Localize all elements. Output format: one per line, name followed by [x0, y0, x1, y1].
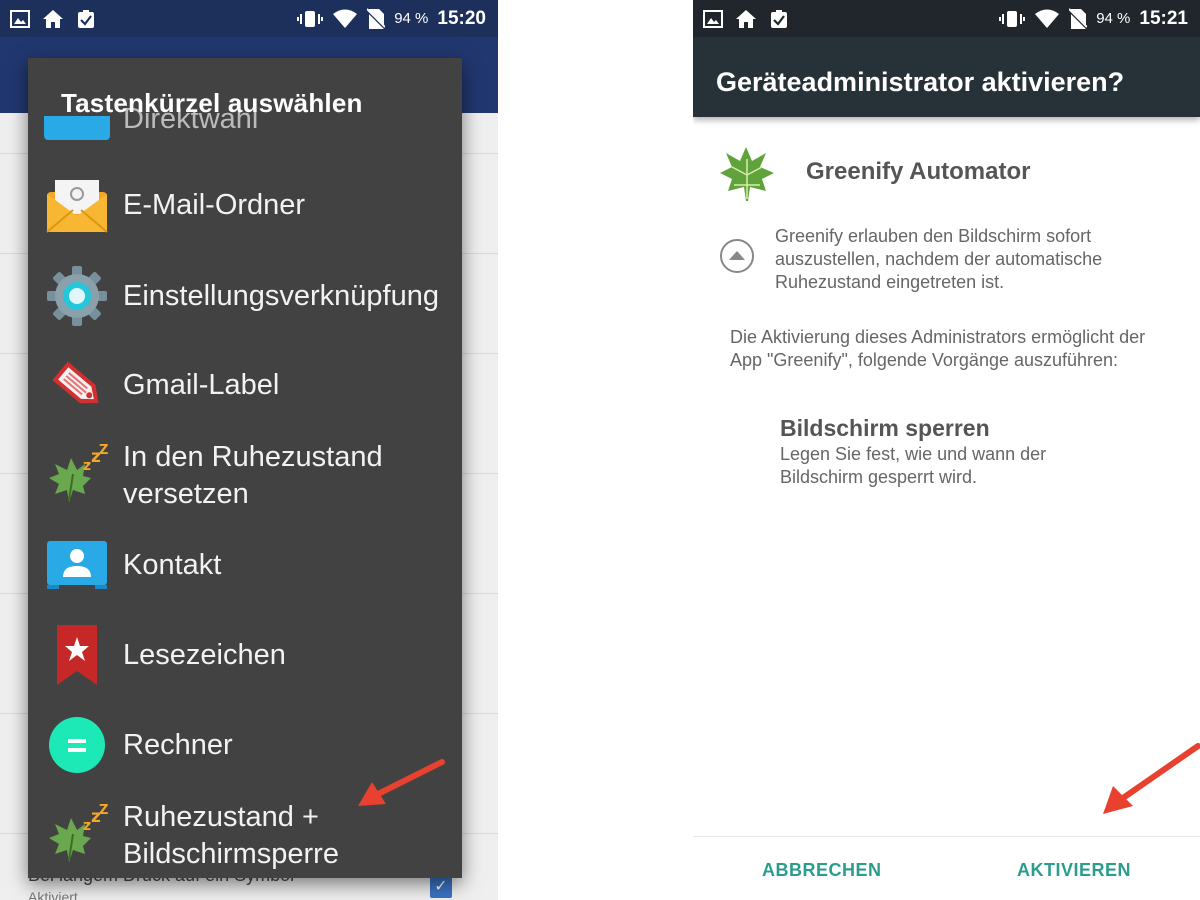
- shortcut-item-bookmark[interactable]: Lesezeichen: [28, 620, 462, 690]
- shortcut-item-label: Lesezeichen: [123, 638, 286, 671]
- battery-level: 94 %: [1096, 10, 1131, 27]
- no-sim-icon: [367, 7, 386, 30]
- svg-text:Z: Z: [99, 804, 108, 818]
- wifi-icon: [1034, 9, 1060, 29]
- right-phone-screen: 94 % 15:21 Geräteadministrator aktiviere…: [693, 0, 1200, 900]
- expand-up-icon[interactable]: [718, 237, 756, 275]
- status-time: 15:20: [437, 7, 486, 29]
- calculator-icon: [45, 713, 109, 777]
- button-divider: [693, 836, 1200, 837]
- home-icon: [735, 9, 757, 29]
- greenify-hibernate-lock-icon: zzZ: [45, 804, 109, 868]
- left-phone-screen: 94 % 15:20 Bei langem Druck auf ein Symb…: [0, 0, 498, 900]
- shortcut-item-gmail-label[interactable]: Gmail-Label: [28, 350, 462, 420]
- home-icon: [42, 9, 64, 29]
- activate-button[interactable]: AKTIVIEREN: [1017, 860, 1131, 881]
- status-time: 15:21: [1139, 7, 1188, 29]
- device-admin-title-bar: Geräteadministrator aktivieren?: [693, 37, 1200, 117]
- shortcut-item-label: Einstellungsverknüpfung: [123, 279, 439, 312]
- vibrate-icon: [297, 9, 324, 29]
- svg-text:z: z: [83, 818, 91, 834]
- background-setting-subtitle: Aktiviert: [28, 889, 78, 900]
- settings-gear-icon: [45, 264, 109, 328]
- gmail-label-icon: [45, 353, 109, 417]
- shortcut-item-email-folder[interactable]: E-Mail-Ordner: [28, 170, 462, 240]
- background-checkbox[interactable]: ✓: [430, 876, 452, 898]
- dialog-title: Tastenkürzel auswählen: [61, 88, 363, 118]
- policy-title: Bildschirm sperren: [780, 415, 990, 441]
- status-bar: 94 % 15:20: [0, 0, 498, 37]
- app-name: Greenify Automator: [806, 158, 1031, 185]
- svg-text:z: z: [83, 458, 91, 474]
- shortcut-item-contact[interactable]: Kontakt: [28, 530, 462, 600]
- shortcut-item-label: Gmail-Label: [123, 368, 280, 401]
- email-folder-icon: [45, 173, 109, 237]
- greenify-hibernate-icon: zzZ: [45, 444, 109, 508]
- svg-text:Z: Z: [99, 444, 108, 458]
- shortcut-item-settings[interactable]: Einstellungsverknüpfung: [28, 254, 462, 338]
- contact-icon: [45, 533, 109, 597]
- red-arrow-annotation: [358, 759, 445, 806]
- admin-description: Greenify erlauben den Bildschirm sofort …: [775, 226, 1103, 292]
- status-bar: 94 % 15:21: [693, 0, 1200, 37]
- cancel-button[interactable]: ABBRECHEN: [762, 860, 882, 881]
- speed-dial-icon: [44, 116, 110, 140]
- shortcut-item-label: Kontakt: [123, 548, 222, 581]
- battery-level: 94 %: [394, 10, 429, 27]
- shortcut-item-hibernate[interactable]: zzZ In den Ruhezustand versetzen: [28, 434, 462, 518]
- shortcut-item-label: E-Mail-Ordner: [123, 188, 306, 221]
- clipboard-check-icon: [769, 9, 789, 29]
- clipboard-check-icon: [76, 9, 96, 29]
- red-arrow-annotation: [1103, 743, 1200, 814]
- wifi-icon: [332, 9, 358, 29]
- page-title: Geräteadministrator aktivieren?: [716, 67, 1125, 97]
- no-sim-icon: [1069, 7, 1088, 30]
- bookmark-icon: [45, 623, 109, 687]
- admin-info-text: Die Aktivierung dieses Administrators er…: [730, 327, 1146, 370]
- gallery-icon: [10, 9, 30, 28]
- vibrate-icon: [999, 9, 1026, 29]
- shortcut-item-label: In den Ruhezustand versetzen: [123, 441, 383, 510]
- greenify-leaf-icon: [720, 147, 774, 201]
- shortcut-picker-dialog: Direktwahl Tastenkürzel auswählen E-Mail…: [28, 58, 462, 878]
- policy-description: Legen Sie fest, wie und wann der Bildsch…: [780, 444, 1047, 487]
- gallery-icon: [703, 9, 723, 28]
